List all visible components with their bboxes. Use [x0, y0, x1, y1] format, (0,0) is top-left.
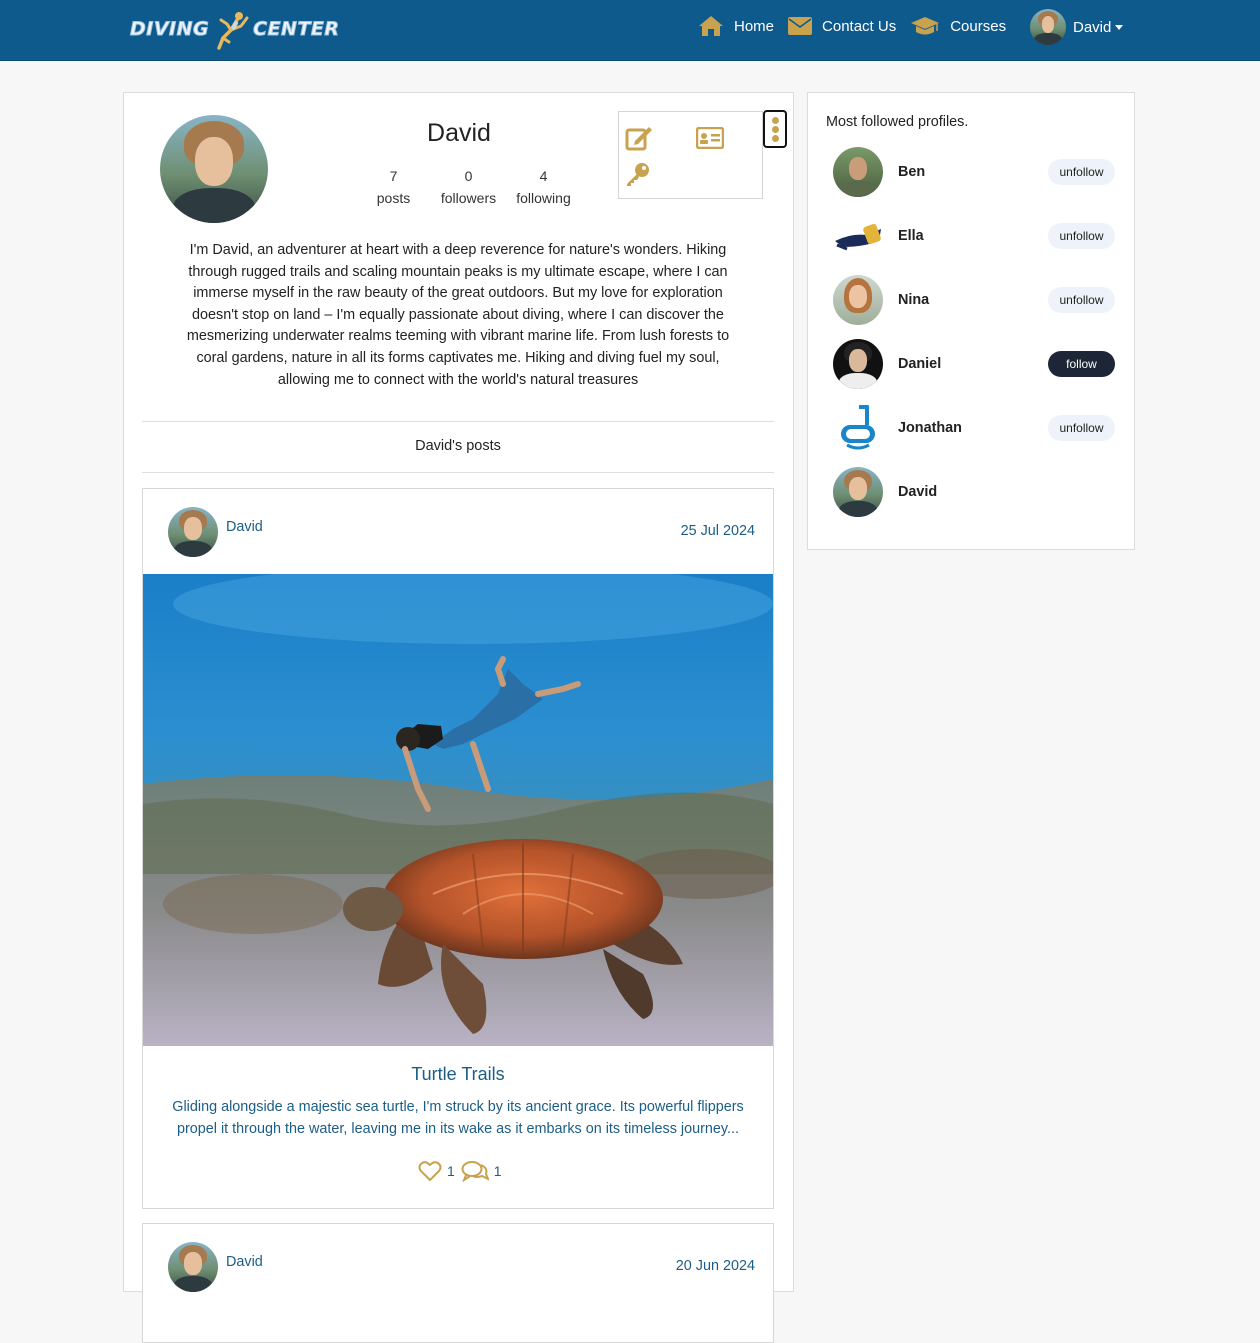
turtle-underwater-image: [143, 574, 773, 1046]
ben-avatar[interactable]: [833, 147, 883, 197]
profile-avatar: [160, 115, 268, 223]
profile-row-ben: Ben unfollow: [833, 146, 1115, 198]
diver-icon: [835, 223, 881, 251]
ella-avatar[interactable]: [833, 211, 883, 261]
nav-links: Home Contact Us Courses: [698, 0, 1020, 52]
unfollow-ben-button[interactable]: unfollow: [1048, 159, 1115, 185]
post-card: David 20 Jun 2024: [142, 1223, 774, 1343]
stat-posts-value: 7: [389, 168, 398, 184]
heart-icon: [418, 1161, 442, 1181]
diving-center-logo[interactable]: DIVING CENTER: [129, 8, 340, 50]
nav-contact-link[interactable]: Contact Us: [788, 17, 896, 35]
profile-bio: I'm David, an adventurer at heart with a…: [186, 242, 730, 388]
profile-actions-panel: [618, 111, 763, 199]
divider: [142, 472, 774, 473]
profile-name-ben[interactable]: Ben: [898, 164, 1048, 180]
stat-posts[interactable]: 7 posts: [356, 165, 431, 209]
stat-following-label: following: [516, 190, 571, 206]
comment-button[interactable]: 1: [461, 1160, 502, 1182]
kebab-dot-icon: [772, 126, 779, 133]
post-date: 25 Jul 2024: [680, 523, 755, 539]
nav-courses-label: Courses: [950, 17, 1007, 35]
unfollow-jonathan-button[interactable]: unfollow: [1048, 415, 1115, 441]
chevron-down-icon: [1115, 24, 1124, 30]
post-excerpt: Gliding alongside a majestic sea turtle,…: [172, 1099, 744, 1137]
stat-following-value: 4: [539, 168, 548, 184]
edit-profile-button[interactable]: [625, 125, 653, 156]
profile-row-ella: Ella unfollow: [833, 210, 1115, 262]
kebab-dot-icon: [772, 135, 779, 142]
divider: [142, 421, 774, 422]
nav-home-label: Home: [734, 17, 775, 35]
post-image[interactable]: [143, 574, 773, 1046]
profile-name-david[interactable]: David: [898, 484, 1115, 500]
profile-row-daniel: Daniel follow: [833, 338, 1115, 390]
profile-stats: 7 posts 0 followers 4 following: [356, 165, 581, 209]
post-author-name: David: [226, 519, 263, 535]
user-avatar: [1030, 9, 1066, 45]
envelope-icon: [788, 17, 813, 35]
comment-count: 1: [493, 1163, 502, 1179]
profile-row-nina: Nina unfollow: [833, 274, 1115, 326]
nina-avatar[interactable]: [833, 275, 883, 325]
id-card-button[interactable]: [695, 126, 725, 154]
profile-card: David 7 posts 0 followers 4 following I'…: [123, 92, 794, 1343]
logo-text-left: DIVING: [129, 18, 210, 41]
david-avatar[interactable]: [833, 467, 883, 517]
most-followed-panel: Most followed profiles. Ben unfollow Ell…: [807, 92, 1135, 550]
like-count: 1: [447, 1163, 455, 1179]
nav-contact-label: Contact Us: [822, 17, 897, 35]
like-button[interactable]: 1: [418, 1160, 455, 1182]
graduation-cap-icon: [911, 17, 940, 35]
jonathan-avatar[interactable]: [833, 403, 883, 453]
follow-daniel-button[interactable]: follow: [1048, 351, 1115, 377]
kebab-dot-icon: [772, 117, 779, 124]
profile-name: David: [427, 119, 491, 147]
post-card: David 25 Jul 2024 Turtle Trails Gliding …: [142, 488, 774, 1209]
key-icon: [627, 163, 649, 186]
stat-followers-label: followers: [440, 190, 497, 206]
unfollow-nina-button[interactable]: unfollow: [1048, 287, 1115, 313]
navbar: DIVING CENTER Home Contact Us Courses Da…: [0, 0, 1260, 61]
post-author-avatar: [168, 1242, 218, 1292]
stat-followers[interactable]: 0 followers: [431, 165, 506, 209]
stat-following[interactable]: 4 following: [506, 165, 581, 209]
profile-name-ella[interactable]: Ella: [898, 228, 1048, 244]
comments-icon: [461, 1161, 489, 1182]
edit-icon: [625, 127, 652, 151]
change-password-button[interactable]: [625, 161, 651, 192]
user-menu-dropdown[interactable]: David: [1030, 9, 1124, 45]
post-title[interactable]: Turtle Trails: [143, 1064, 773, 1085]
post-reactions: 1 1: [418, 1160, 508, 1182]
post-date: 20 Jun 2024: [675, 1258, 755, 1274]
post-author-avatar: [168, 507, 218, 557]
user-name: David: [1073, 18, 1112, 36]
profile-name-jonathan[interactable]: Jonathan: [898, 420, 1048, 436]
id-card-icon: [695, 126, 725, 150]
post-author[interactable]: David: [168, 1242, 263, 1292]
posts-heading: David's posts: [415, 438, 501, 454]
profile-row-david: David: [833, 466, 1115, 518]
nav-home-link[interactable]: Home: [698, 15, 774, 37]
stat-posts-label: posts: [376, 190, 411, 206]
most-followed-title: Most followed profiles.: [826, 114, 969, 130]
post-author-name: David: [226, 1254, 263, 1270]
diving-mask-icon: [841, 405, 875, 450]
unfollow-ella-button[interactable]: unfollow: [1048, 223, 1115, 249]
logo-text-right: CENTER: [253, 18, 340, 41]
diver-icon: [217, 12, 249, 50]
profile-name-nina[interactable]: Nina: [898, 292, 1048, 308]
more-options-button[interactable]: [763, 110, 787, 148]
profile-row-jonathan: Jonathan unfollow: [833, 402, 1115, 454]
home-icon: [699, 16, 723, 36]
nav-courses-link[interactable]: Courses: [910, 16, 1006, 36]
profile-name-daniel[interactable]: Daniel: [898, 356, 1048, 372]
stat-followers-value: 0: [464, 168, 473, 184]
post-author[interactable]: David: [168, 507, 263, 557]
daniel-avatar[interactable]: [833, 339, 883, 389]
